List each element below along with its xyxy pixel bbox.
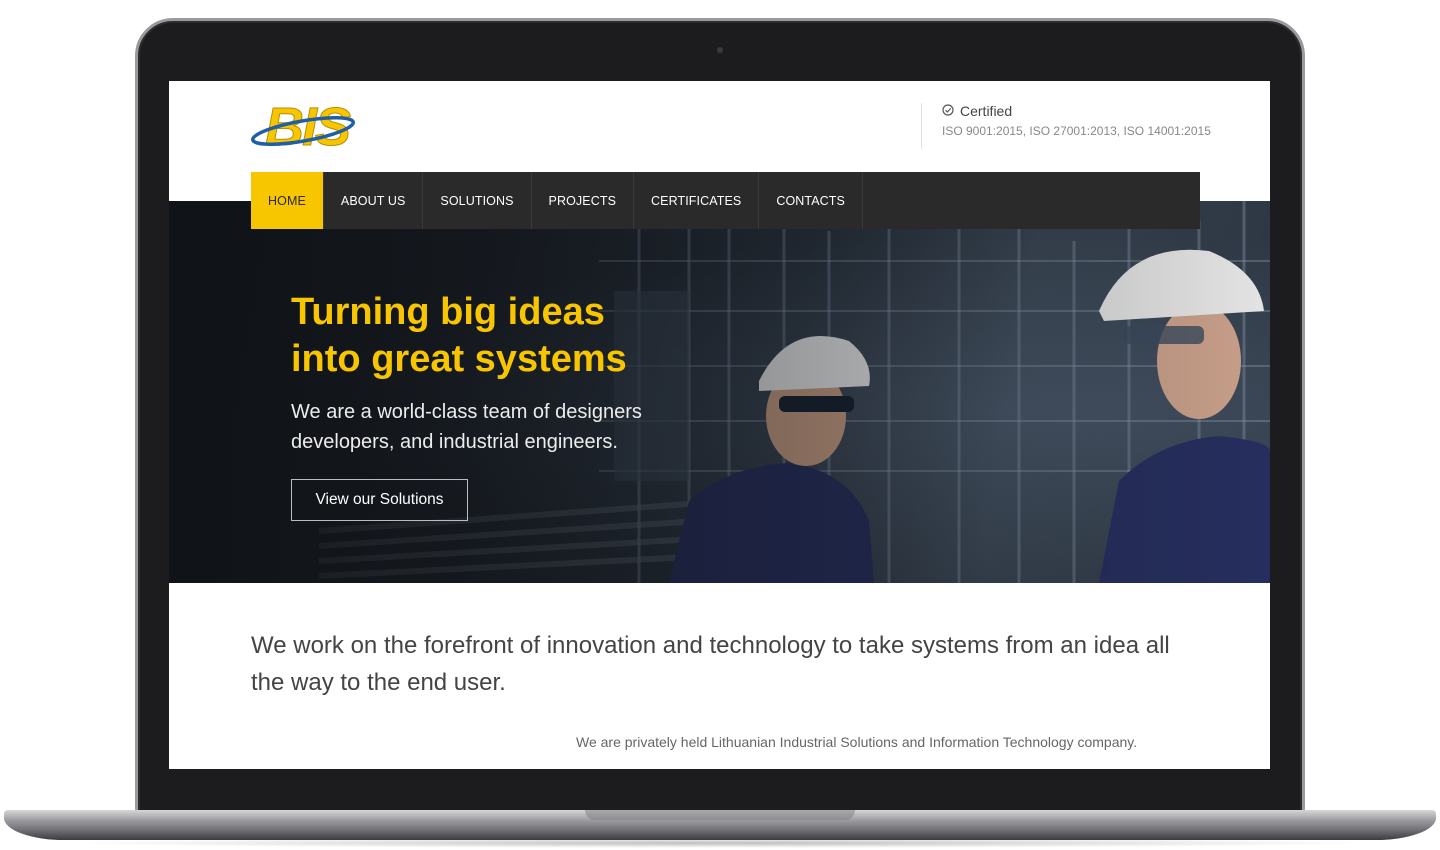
hero-title: Turning big ideas into great systems bbox=[291, 289, 627, 383]
camera-dot bbox=[717, 47, 723, 53]
nav-item-about-us[interactable]: ABOUT US bbox=[324, 172, 424, 229]
industrial-plant-photo bbox=[169, 201, 1270, 583]
website-screen: BIS Certified ISO 9001:2015, ISO 27001:2… bbox=[169, 81, 1270, 769]
bis-logo[interactable]: BIS bbox=[250, 95, 357, 158]
nav-item-home[interactable]: HOME bbox=[251, 172, 324, 229]
certification-standards: ISO 9001:2015, ISO 27001:2013, ISO 14001… bbox=[942, 124, 1211, 138]
check-circle-icon bbox=[942, 103, 954, 119]
hero-subtitle-line-1: We are a world-class team of designers bbox=[291, 401, 642, 423]
intro-lead-text: We work on the forefront of innovation a… bbox=[251, 632, 1170, 696]
nav-item-certificates[interactable]: CERTIFICATES bbox=[634, 172, 760, 229]
bis-logo-image: BIS bbox=[250, 97, 356, 158]
view-solutions-button[interactable]: View our Solutions bbox=[291, 479, 468, 521]
hero-subtitle-line-2: developers, and industrial engineers. bbox=[291, 431, 618, 453]
hero-subtitle: We are a world-class team of designers d… bbox=[291, 397, 642, 457]
hero-banner: Turning big ideas into great systems We … bbox=[169, 201, 1270, 583]
certification-title-text: Certified bbox=[960, 103, 1013, 119]
hero-title-line-2: into great systems bbox=[291, 338, 627, 380]
hero-title-line-1: Turning big ideas bbox=[291, 291, 605, 333]
laptop-base-notch bbox=[585, 810, 855, 820]
nav-item-projects[interactable]: PROJECTS bbox=[532, 172, 635, 229]
nav-item-solutions[interactable]: SOLUTIONS bbox=[423, 172, 532, 229]
nav-item-contacts[interactable]: CONTACTS bbox=[759, 172, 863, 229]
certification-block: Certified ISO 9001:2015, ISO 27001:2013,… bbox=[921, 103, 1251, 149]
intro-company-note: We are privately held Lithuanian Industr… bbox=[576, 734, 1138, 750]
main-navigation: HOME ABOUT US SOLUTIONS PROJECTS CERTIFI… bbox=[251, 172, 1200, 229]
certification-title: Certified bbox=[942, 103, 1251, 119]
